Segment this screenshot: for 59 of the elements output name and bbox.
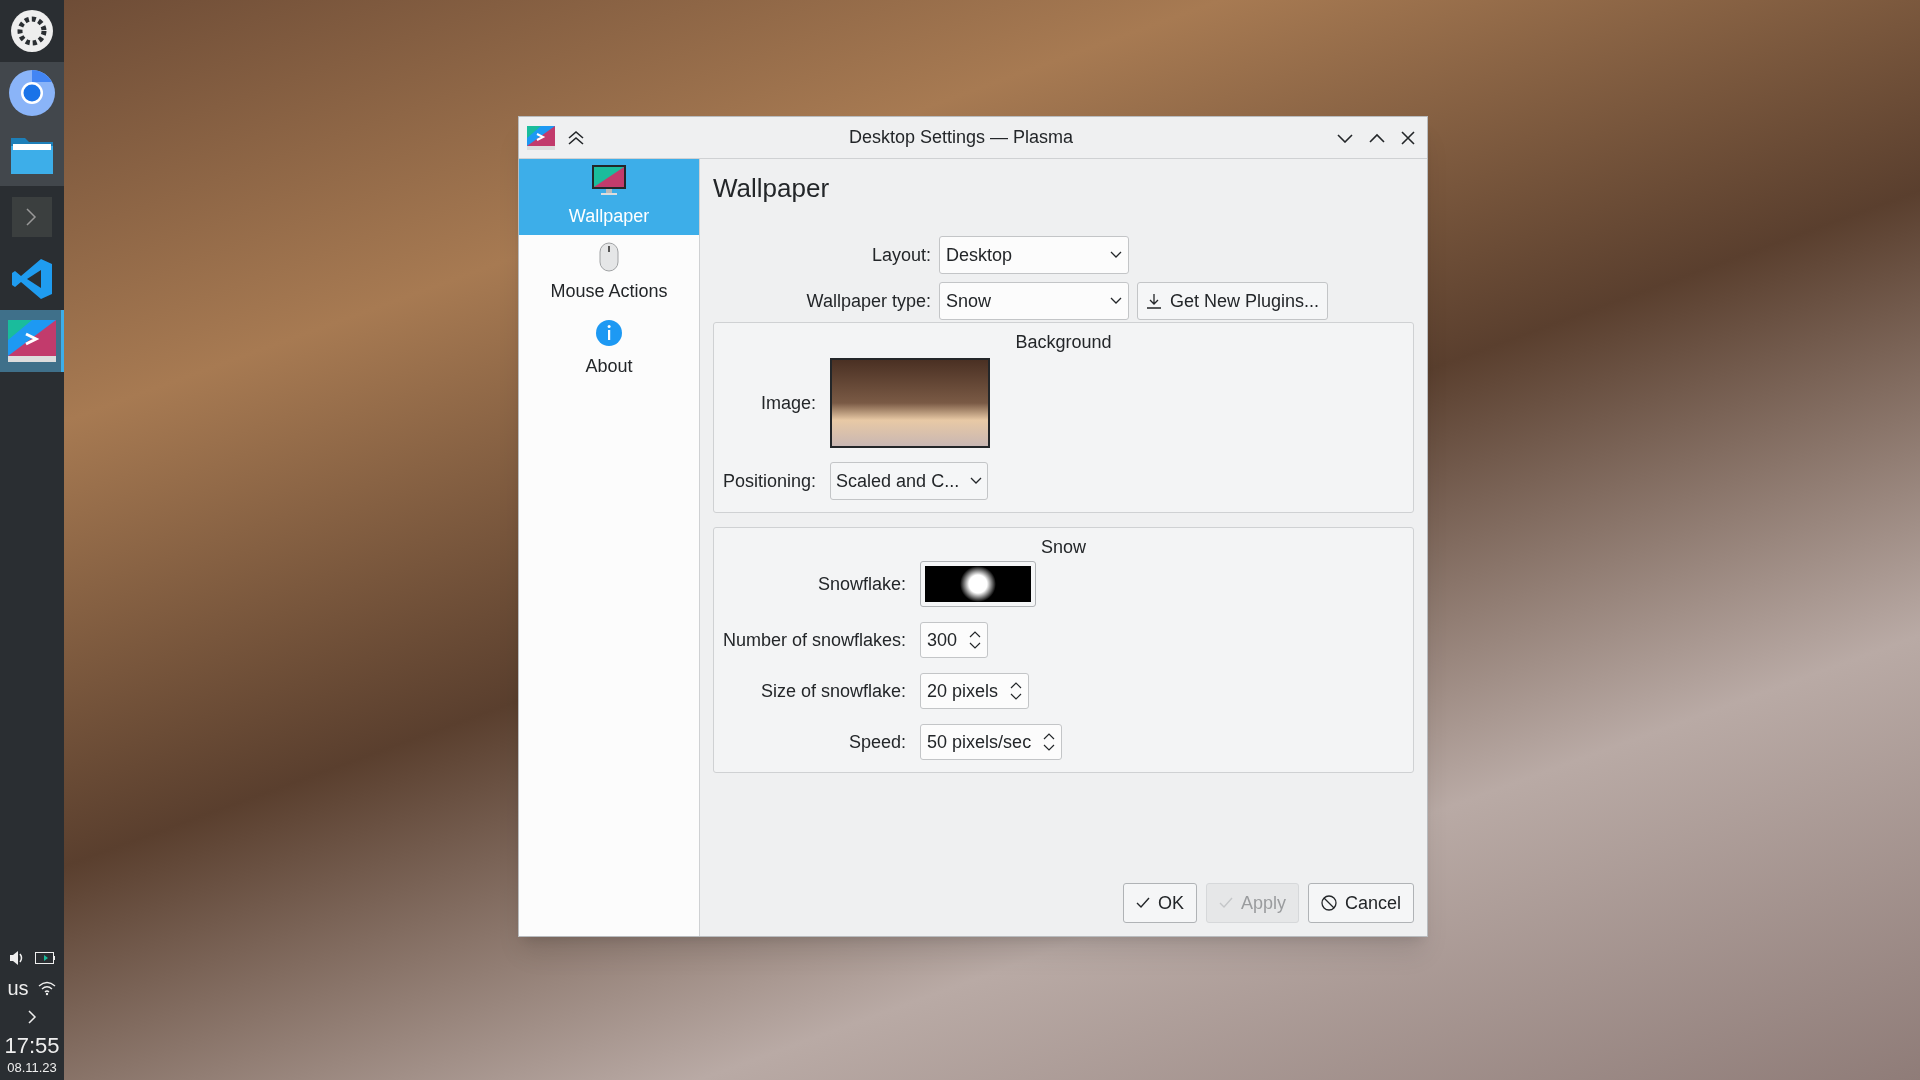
info-icon <box>595 318 623 347</box>
desktop-settings-icon <box>8 320 56 362</box>
positioning-dropdown[interactable]: Scaled and C... <box>830 462 989 500</box>
window-title: Desktop Settings — Plasma <box>847 126 1075 149</box>
chevron-down-icon <box>1110 251 1122 259</box>
field-label: Number of snowflakes: <box>723 628 907 652</box>
taskbar-launcher[interactable] <box>0 124 64 186</box>
clock-time[interactable]: 17:55 <box>4 1032 60 1060</box>
spin-arrows-icon <box>969 630 982 650</box>
dialog-button[interactable]: OK <box>1122 883 1197 923</box>
field-label: Positioning: <box>723 469 817 493</box>
snowflake-picker[interactable] <box>920 561 1037 607</box>
snowflake-icon <box>960 566 997 602</box>
chevron-down-icon <box>1110 297 1122 305</box>
chevron-right-icon[interactable] <box>27 1010 37 1025</box>
folder-icon <box>11 136 53 174</box>
dialog-button[interactable]: Cancel <box>1307 883 1414 923</box>
monitor-icon <box>592 164 626 197</box>
field-label: Snowflake: <box>817 572 907 596</box>
battery-icon[interactable] <box>35 952 55 965</box>
field-label: Size of snowflake: <box>760 679 907 703</box>
chevron-down-icon <box>970 477 983 485</box>
keyboard-layout[interactable]: us <box>7 978 29 999</box>
maximize-icon[interactable] <box>1369 132 1385 143</box>
layout-dropdown[interactable]: Desktop <box>939 236 1129 274</box>
group-title: Background <box>1015 331 1112 354</box>
group-title: Snow <box>1041 536 1086 559</box>
field-label: Speed: <box>848 730 907 754</box>
field-label: Layout: <box>870 243 931 267</box>
wallpaper-type-dropdown[interactable]: Snow <box>939 282 1129 320</box>
spin-box[interactable]: 20 pixels <box>920 673 1030 709</box>
cancel-icon <box>1320 895 1337 911</box>
page-heading: Wallpaper <box>713 172 831 205</box>
gear-icon <box>10 9 54 53</box>
checkmark-icon <box>1135 897 1150 909</box>
app-icon[interactable] <box>527 125 555 150</box>
minimize-icon[interactable] <box>1337 132 1353 143</box>
browser-icon <box>8 69 56 117</box>
clock-date[interactable]: 08.11.23 <box>7 1059 57 1076</box>
spin-arrows-icon <box>1010 681 1023 701</box>
get-new-plugins-button[interactable]: Get New Plugins... <box>1137 282 1329 320</box>
close-icon[interactable] <box>1401 130 1415 145</box>
code-editor-icon <box>11 258 53 300</box>
sidebar-item[interactable]: About <box>519 311 699 387</box>
download-icon <box>1146 293 1162 309</box>
mouse-icon <box>599 241 619 272</box>
field-label: Wallpaper type: <box>805 289 931 313</box>
spin-box[interactable]: 300 <box>920 622 989 658</box>
speaker-icon[interactable] <box>9 950 23 967</box>
spin-arrows-icon <box>1043 732 1056 752</box>
image-thumbnail[interactable] <box>830 358 991 448</box>
terminal-icon <box>12 197 52 237</box>
keep-above-icon[interactable] <box>567 129 585 146</box>
field-label: Image: <box>760 391 817 415</box>
checkmark-icon <box>1218 897 1233 909</box>
sidebar-item[interactable]: Mouse Actions <box>519 235 699 311</box>
taskbar-launcher[interactable] <box>0 62 64 124</box>
spin-box[interactable]: 50 pixels/sec <box>920 724 1063 760</box>
wifi-icon[interactable] <box>36 980 57 997</box>
